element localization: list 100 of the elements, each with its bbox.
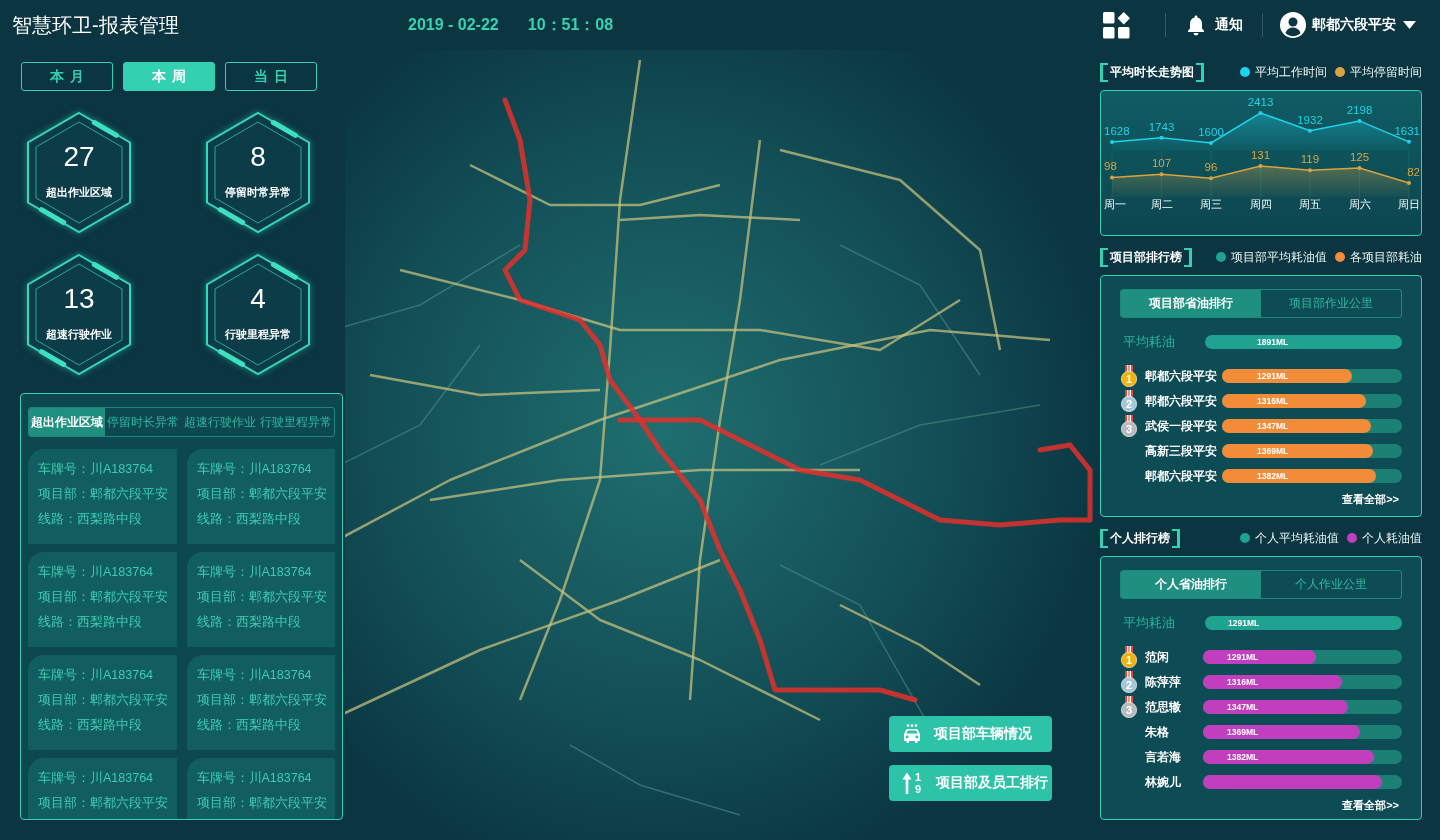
card-text: 车牌号：川A183764 [196, 564, 313, 581]
period-tab[interactable]: 当日 [225, 62, 317, 91]
legend-label: 平均停留时间 [1350, 64, 1422, 80]
alert-tab[interactable]: 停留时长异常 [105, 408, 182, 436]
data-label: 1932 [1297, 113, 1323, 126]
card-text: 项目部：郫都六段平安 [196, 795, 325, 812]
data-point [1209, 176, 1213, 181]
data-point [1110, 175, 1114, 180]
data-point [1159, 135, 1164, 140]
alert-tab[interactable]: 超出作业区域 [29, 408, 106, 436]
vehicle-card[interactable]: 车牌号：川A183764 项目部：郫都六段平安 线路：西梨路中段 [186, 655, 335, 750]
card-text: 线路：西梨路中段 [38, 511, 143, 528]
stat-value: 4 [250, 282, 266, 316]
alert-tab[interactable]: 超速行驶作业 [181, 408, 258, 436]
view-all-link[interactable]: 查看全部>> [1342, 798, 1399, 813]
apps-grid-icon[interactable] [1103, 11, 1130, 39]
ranking-name: 朱格 [1145, 724, 1170, 740]
data-label: 1631 [1394, 124, 1420, 137]
caret-down-icon [1403, 21, 1416, 29]
data-point [1357, 166, 1362, 171]
data-point [1407, 181, 1411, 185]
ranking-name: 郫都六段平安 [1145, 468, 1215, 484]
map-action-button[interactable]: 1 9 项目部及员工排行 [889, 765, 1052, 801]
axis-label: 周日 [1398, 198, 1420, 210]
card-text: 车牌号：川A183764 [196, 667, 313, 684]
ranking-tab[interactable]: 个人作业公里 [1261, 571, 1401, 598]
legend-label: 个人耗油值 [1362, 530, 1422, 546]
average-label: 平均耗油 [1123, 614, 1176, 632]
data-label: 2198 [1346, 103, 1373, 116]
card-text: 线路：西梨路中段 [196, 511, 302, 528]
data-label: 119 [1300, 153, 1320, 166]
vehicle-card[interactable]: 车牌号：川A183764 项目部：郫都六段平安 [186, 758, 335, 819]
bell-icon [1187, 14, 1205, 36]
bar-value: 1316ML [1257, 396, 1289, 406]
vehicle-card[interactable]: 车牌号：川A183764 项目部：郫都六段平安 线路：西梨路中段 [28, 552, 177, 647]
data-label: 1600 [1198, 126, 1224, 138]
bar-value: 1369ML [1227, 727, 1259, 737]
time-text: 10：51：08 [527, 14, 614, 35]
data-label: 1743 [1148, 120, 1175, 133]
data-point [1258, 111, 1263, 115]
ranking-name: 高新三段平安 [1145, 443, 1215, 459]
card-text: 车牌号：川A183764 [196, 770, 313, 787]
legend-label: 个人平均耗油值 [1255, 530, 1339, 546]
ranking-tab[interactable]: 项目部作业公里 [1261, 290, 1401, 317]
data-point [1308, 168, 1312, 173]
view-all-link[interactable]: 查看全部>> [1342, 492, 1399, 507]
notification-button[interactable]: 通知 [1187, 14, 1243, 36]
car-icon [902, 724, 922, 744]
stat-value: 27 [63, 140, 95, 174]
data-label: 107 [1151, 157, 1172, 170]
data-point [1357, 118, 1362, 123]
stat-value: 8 [250, 140, 266, 174]
bar-value: 1316ML [1227, 677, 1259, 687]
bar-value: 1291ML [1227, 652, 1259, 662]
page-title: 智慧环卫-报表管理 [12, 12, 180, 38]
vehicle-card[interactable]: 车牌号：川A183764 项目部：郫都六段平安 线路：西梨路中段 [186, 449, 335, 544]
data-point [1407, 139, 1411, 144]
card-text: 项目部：郫都六段平安 [196, 589, 325, 606]
data-label: 82 [1407, 166, 1420, 178]
axis-label: 周三 [1200, 198, 1222, 210]
vehicle-card[interactable]: 车牌号：川A183764 项目部：郫都六段平安 线路：西梨路中段 [186, 552, 335, 647]
data-point [1159, 172, 1164, 177]
data-label: 2413 [1247, 96, 1274, 108]
vehicle-card[interactable]: 车牌号：川A183764 项目部：郫都六段平安 线路：西梨路中段 [28, 449, 177, 544]
vehicle-card[interactable]: 车牌号：川A183764 项目部：郫都六段平安 线路：西梨路中段 [28, 655, 177, 750]
bar-value: 1347ML [1227, 702, 1259, 712]
section-title: 个人排行榜 [1100, 528, 1180, 548]
stat-label: 超出作业区域 [46, 185, 112, 200]
card-text: 车牌号：川A183764 [38, 770, 155, 787]
vehicle-card[interactable]: 车牌号：川A183764 项目部：郫都六段平安 [28, 758, 177, 819]
period-tab[interactable]: 本月 [21, 62, 113, 91]
stat-label: 行驶里程异常 [225, 327, 291, 342]
card-text: 项目部：郫都六段平安 [38, 486, 167, 503]
bar-value: 1291ML [1257, 371, 1289, 381]
axis-label: 周一 [1104, 198, 1126, 210]
card-text: 车牌号：川A183764 [38, 564, 155, 581]
axis-label: 周四 [1249, 198, 1272, 210]
stat-value: 13 [63, 282, 95, 316]
ranking-name: 武侯一段平安 [1145, 418, 1215, 434]
rank-medal: 3 [1120, 696, 1138, 718]
ranking-tab[interactable]: 项目部省油排行 [1121, 290, 1261, 317]
map-action-button[interactable]: 项目部车辆情况 [889, 716, 1052, 752]
card-text: 项目部：郫都六段平安 [38, 692, 167, 709]
card-text: 车牌号：川A183764 [38, 667, 155, 684]
user-menu-button[interactable]: 郫都六段平安 [1280, 12, 1416, 38]
ranking-name: 林婉儿 [1145, 774, 1182, 790]
data-label: 96 [1204, 161, 1218, 174]
data-label: 98 [1104, 160, 1117, 173]
axis-label: 周二 [1150, 198, 1173, 210]
alert-tab[interactable]: 行驶里程异常 [257, 408, 334, 436]
ranking-name: 郫都六段平安 [1145, 393, 1215, 409]
ranking-name: 陈萍萍 [1145, 674, 1182, 690]
ranking-tab[interactable]: 个人省油排行 [1121, 571, 1261, 598]
ranking-name: 言若海 [1145, 749, 1182, 765]
bar-value: 1369ML [1257, 446, 1289, 456]
axis-label: 周五 [1299, 198, 1321, 210]
card-text: 项目部：郫都六段平安 [196, 486, 325, 503]
data-label: 125 [1349, 151, 1370, 164]
bar-value: 1891ML [1257, 337, 1289, 347]
section-title: 项目部排行榜 [1100, 247, 1192, 267]
